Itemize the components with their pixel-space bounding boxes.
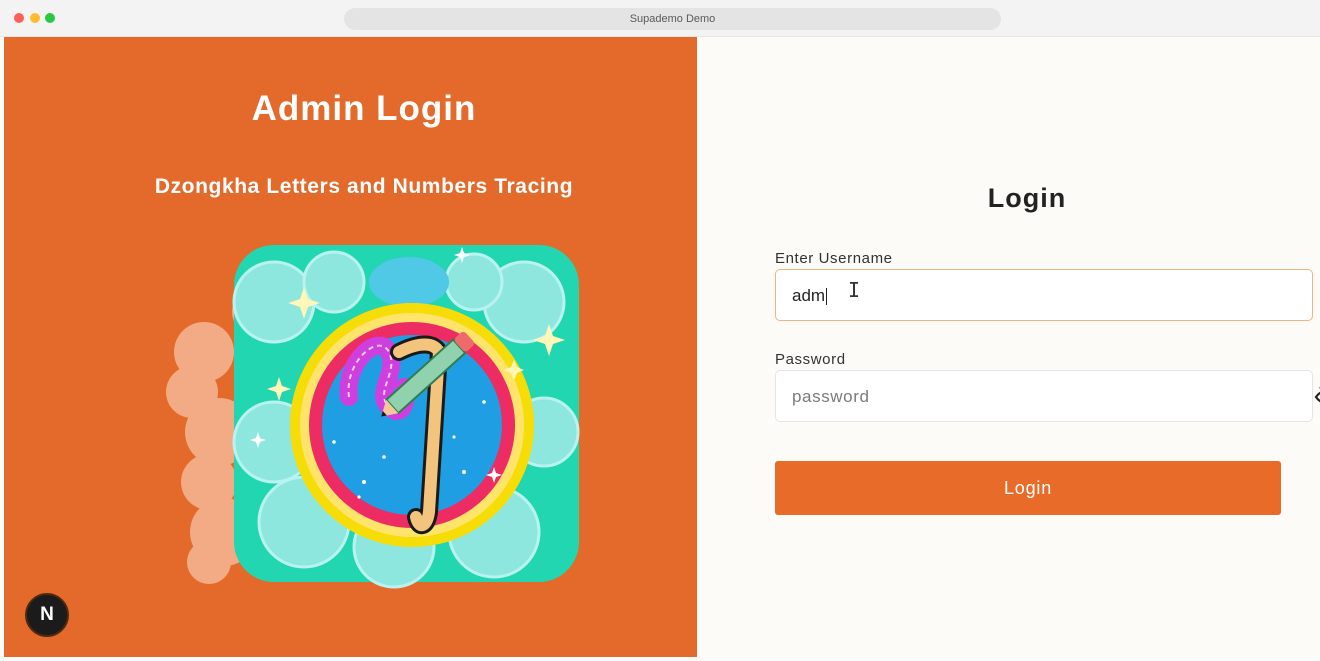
password-placeholder: password — [792, 387, 870, 406]
window-title: Supademo Demo — [344, 8, 1001, 30]
username-value: adm — [792, 286, 826, 305]
login-panel: Login Enter Username adm Password passwo… — [697, 37, 1320, 657]
text-cursor-icon: I — [848, 278, 861, 302]
title-bar: Supademo Demo — [0, 0, 1320, 37]
maximize-window-button[interactable] — [45, 13, 55, 23]
app-subtitle: Dzongkha Letters and Numbers Tracing — [154, 175, 574, 198]
n-badge[interactable]: N — [25, 593, 69, 637]
username-label: Enter Username — [775, 250, 893, 267]
app-logo-illustration — [166, 245, 580, 589]
eye-slash-icon[interactable] — [1314, 384, 1320, 410]
password-input[interactable]: password — [775, 370, 1320, 422]
login-button[interactable]: Login — [775, 461, 1281, 515]
branding-panel: Admin Login Dzongkha Letters and Numbers… — [4, 37, 697, 657]
close-window-button[interactable] — [14, 13, 24, 23]
login-heading: Login — [987, 183, 1067, 213]
text-caret — [826, 288, 828, 306]
browser-window: Supademo Demo Admin Login Dzongkha Lette… — [0, 0, 1320, 661]
admin-login-heading: Admin Login — [251, 89, 477, 128]
minimize-window-button[interactable] — [30, 13, 40, 23]
password-label: Password — [775, 351, 846, 368]
